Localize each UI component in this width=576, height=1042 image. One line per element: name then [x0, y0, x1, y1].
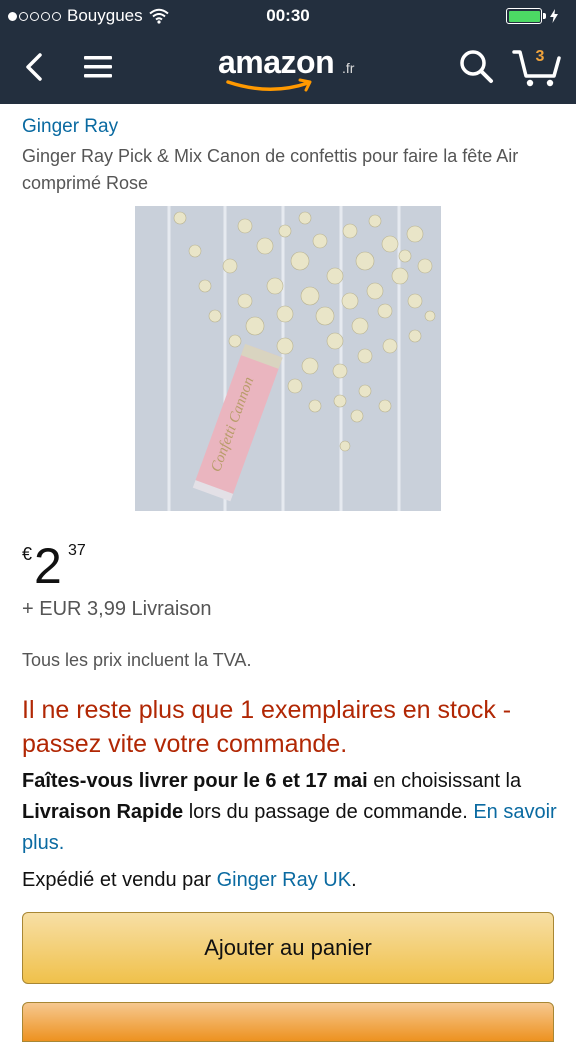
tva-note: Tous les prix incluent la TVA. — [22, 650, 252, 670]
delivery-text-2: lors du passage de commande. — [183, 801, 474, 823]
shipping-cost: + EUR 3,99 Livraison — [22, 598, 212, 620]
status-bar: Bouygues 00:30 — [0, 0, 576, 32]
product-title: Ginger Ray Pick & Mix Canon de confettis… — [22, 146, 519, 193]
menu-icon[interactable] — [82, 54, 114, 80]
search-icon[interactable] — [458, 48, 494, 84]
add-to-cart-button[interactable]: Ajouter au panier — [22, 912, 554, 984]
price-fraction: 37 — [68, 542, 86, 559]
seller-link[interactable]: Ginger Ray UK — [217, 869, 352, 891]
battery-icon — [506, 8, 558, 24]
product-image[interactable]: Confetti Cannon — [135, 206, 441, 511]
add-to-cart-label: Ajouter au panier — [204, 935, 372, 960]
delivery-text-1: en choisissant la — [367, 770, 522, 792]
amazon-logo[interactable]: amazon .fr — [218, 42, 368, 92]
price-currency: € — [22, 544, 33, 564]
cart-count: 3 — [535, 48, 545, 65]
buy-now-button[interactable] — [22, 1002, 554, 1042]
delivery-method: Livraison Rapide — [22, 801, 184, 823]
smile-arrow-icon — [226, 78, 312, 92]
logo-suffix: .fr — [342, 60, 355, 76]
status-time: 00:30 — [266, 6, 310, 25]
logo-text: amazon — [218, 44, 335, 80]
brand-link[interactable]: Ginger Ray — [22, 116, 118, 138]
delivery-dates: Faîtes-vous livrer pour le 6 et 17 mai — [22, 770, 368, 792]
back-icon[interactable] — [22, 52, 46, 82]
seller-suffix: . — [351, 869, 357, 891]
seller-prefix: Expédié et vendu par — [22, 869, 217, 891]
delivery-info: Faîtes-vous livrer pour le 6 et 17 mai e… — [22, 766, 562, 859]
product-photo: Confetti Cannon — [135, 206, 441, 511]
charging-bolt-icon — [550, 9, 558, 23]
stock-warning: Il ne reste plus que 1 exemplaires en st… — [22, 696, 512, 758]
cart-button[interactable]: 3 — [512, 46, 562, 88]
price-whole: 2 — [34, 538, 62, 594]
nav-bar: amazon .fr 3 — [0, 32, 576, 104]
seller-info: Expédié et vendu par Ginger Ray UK. — [22, 869, 357, 892]
